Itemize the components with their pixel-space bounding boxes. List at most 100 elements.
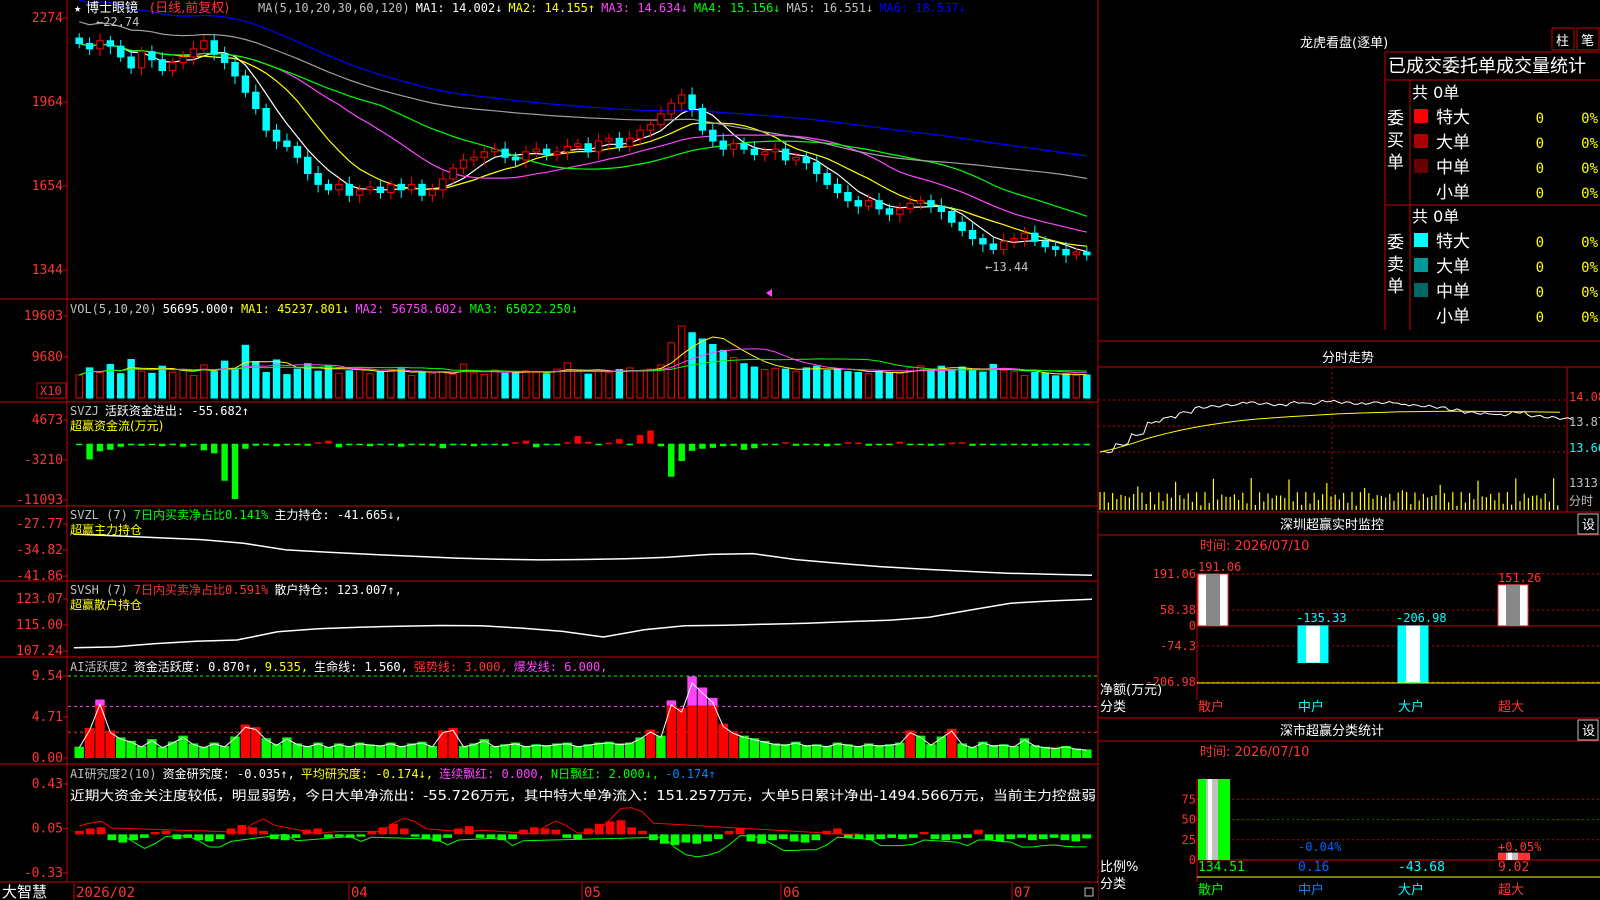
- volume-bar: [480, 374, 489, 399]
- candle-body: [376, 186, 385, 194]
- activity-bar: [895, 742, 905, 758]
- order-color-swatch: [1414, 233, 1428, 247]
- monitor-title: 深圳超赢实时监控: [1280, 517, 1384, 533]
- main-position-line: [73, 533, 1093, 577]
- order-row-count: 0: [1536, 235, 1544, 251]
- candle-body: [314, 173, 322, 185]
- sell-order-rows: 特大 0 0% 大单 0 0% 中单 0 0% 小单 0 0%: [1414, 232, 1599, 327]
- candle-body: [75, 37, 83, 44]
- ma-line: [79, 42, 1087, 233]
- candle-body: [948, 210, 956, 223]
- activity-bar: [427, 745, 438, 758]
- classify-value-label: 0.16: [1298, 860, 1329, 875]
- fund-flow-bar: [127, 443, 135, 446]
- research-bar: [410, 834, 420, 837]
- time-label: 05: [584, 885, 601, 900]
- order-color-swatch: [1414, 258, 1428, 272]
- research-bar: [703, 834, 712, 842]
- fund-flow-bar: [564, 442, 571, 444]
- volume-bar: [626, 367, 634, 399]
- tab-bar-label: 柱: [1556, 34, 1569, 49]
- fund-flow-bar: [543, 443, 550, 446]
- order-row-label: 中单: [1436, 158, 1470, 178]
- activity-bar: [344, 745, 354, 758]
- retail-position-line: [73, 598, 1093, 649]
- volume-bar: [283, 374, 291, 399]
- stock-name[interactable]: 博士眼镜: [86, 1, 138, 16]
- activity-bar: [708, 705, 718, 758]
- fund-flow-bar: [491, 443, 498, 446]
- time-label: 2026/02: [76, 885, 135, 900]
- ma-line: [79, 42, 1087, 253]
- ma-line: [79, 42, 1087, 247]
- candle-body: [792, 156, 800, 161]
- candle-body: [470, 156, 478, 161]
- candle-body: [293, 145, 302, 158]
- volume-bar: [314, 370, 322, 399]
- research-bar: [898, 834, 907, 840]
- volume-bar: [615, 369, 624, 399]
- candle-body: [844, 192, 852, 202]
- candle-body: [802, 156, 811, 164]
- fund-flow-bar: [221, 443, 228, 481]
- fund-flow-bar: [948, 442, 955, 445]
- classify-category-label: 中户: [1298, 882, 1324, 898]
- volume-bar: [96, 371, 104, 399]
- volume-bar: [335, 372, 343, 399]
- fund-flow-bar: [325, 440, 332, 444]
- candle-body: [896, 208, 904, 215]
- volume-bar: [117, 373, 125, 399]
- fund-flow-bar: [668, 443, 675, 477]
- fund-flow-bar: [875, 443, 883, 446]
- research-bar: [638, 830, 647, 835]
- activity-bar: [853, 745, 863, 758]
- candle-body: [574, 143, 582, 147]
- fund-flow-bar: [855, 442, 862, 445]
- fund-flow-bar: [179, 443, 187, 447]
- research-bar: [919, 832, 929, 835]
- commentary-text: 近期大资金关注度较低，明显弱势，今日大单净流出：-55.726万元，其中特大单净…: [70, 788, 1096, 804]
- activity-bar: [1019, 738, 1030, 758]
- order-row-count: 0: [1536, 260, 1544, 276]
- candle-body: [387, 183, 395, 194]
- fund-flow-bar: [917, 443, 924, 446]
- fund-flow-bar: [813, 443, 820, 446]
- main-y-axis: 2274 1964 1654 1344: [32, 11, 68, 278]
- volume-bar: [470, 372, 478, 399]
- candle-body: [283, 140, 291, 147]
- activity-bar: [573, 745, 583, 758]
- fund-flow-bar: [512, 442, 519, 444]
- svzl-subtitle: 超赢主力持仓: [70, 522, 142, 537]
- classify-category-label: 大户: [1398, 882, 1424, 898]
- legend-item: MA2: 56758.602↓: [355, 302, 463, 316]
- research-bar: [963, 834, 972, 838]
- activity-bar: [147, 739, 157, 758]
- svzl-legend: SVZL (7) 7日内买卖净占比0.141% 主力持仓: -41.665↓,: [70, 507, 402, 522]
- candle-body: [490, 148, 499, 153]
- order-panel: 龙虎看盘(逐单) 柱 笔 已成交委托单成交量统计 共 0单 共 0单 委买单 委…: [1300, 27, 1600, 330]
- monitor-tick-label: -74.3: [1160, 639, 1196, 653]
- svzj-y-axis: 4673 -3210 -11093: [16, 413, 68, 508]
- volume-bar: [1010, 371, 1018, 399]
- fund-flow-bar: [107, 443, 114, 450]
- ai-active-y-axis: 9.54 4.71 0.00: [32, 669, 68, 766]
- candle-body: [1041, 240, 1049, 248]
- order-row-pct: 0%: [1581, 285, 1598, 301]
- research-bar: [324, 834, 333, 838]
- activity-bar: [303, 745, 313, 758]
- classify-tick-label: 75: [1182, 792, 1196, 806]
- fund-flow-bar: [927, 443, 935, 446]
- legend-item: 连续飘红: 0.000,: [439, 766, 545, 781]
- classify-tick-label: 0: [1189, 853, 1196, 867]
- candle-body: [958, 221, 966, 231]
- research-bar: [172, 834, 182, 840]
- fund-flow-bar: [283, 443, 291, 446]
- svzl-y-axis: -27.77 -34.82 -41.86: [16, 517, 68, 584]
- candle-body: [418, 183, 426, 196]
- candle-body: [96, 40, 104, 50]
- fund-flow-bar: [761, 443, 769, 446]
- fund-flow-bar: [366, 443, 374, 447]
- monitor-bar-highlight: [1406, 625, 1420, 682]
- volume-bar: [833, 368, 842, 399]
- candle-body: [335, 183, 343, 191]
